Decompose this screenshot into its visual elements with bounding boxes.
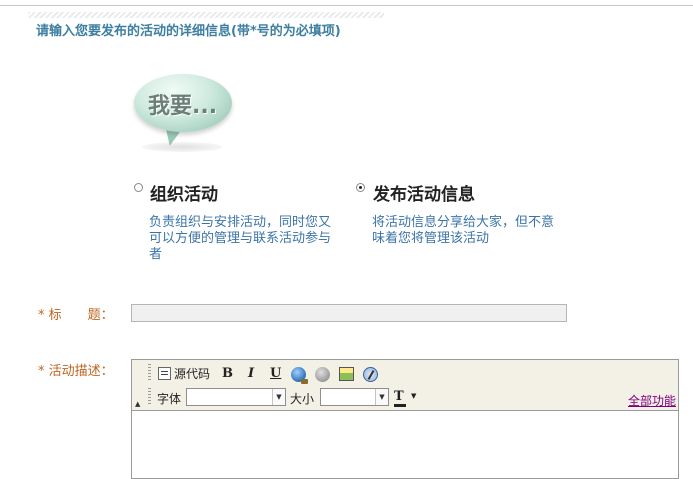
chevron-down-icon: ▼: [375, 389, 388, 405]
option-publish-activity-info[interactable]: 发布活动信息 将活动信息分享给大家，但不意 味着您将管理该活动: [353, 180, 583, 270]
header-decoration: [28, 12, 384, 18]
size-label: 大小: [290, 392, 315, 406]
editor-toolbar: ▲ 源代码 B I U 字体 ▼ 大小 ▼ T ▼ 全部功能: [132, 360, 678, 411]
option-publish-activity-info-label[interactable]: 发布活动信息: [373, 180, 475, 205]
flash-icon: [363, 366, 378, 382]
bubble-text: 我要...: [148, 94, 218, 119]
text-color-letter: T: [394, 389, 404, 404]
source-code-icon: [158, 366, 171, 380]
unlink-globe-icon: [315, 366, 330, 382]
font-label: 字体: [157, 392, 182, 406]
collapse-toolbar-icon[interactable]: ▲: [135, 400, 140, 408]
option-organize-activity-label[interactable]: 组织活动: [150, 180, 218, 205]
size-select[interactable]: ▼: [320, 388, 389, 406]
insert-flash-button[interactable]: [363, 365, 378, 383]
required-mark: *: [38, 308, 45, 323]
description-label: * 活动描述：: [38, 360, 114, 379]
radio-organize-activity[interactable]: [134, 183, 143, 192]
bubble-shadow: [142, 142, 222, 152]
remove-link-button[interactable]: [315, 365, 330, 383]
option-publish-activity-info-description: 将活动信息分享给大家，但不意 味着您将管理该活动: [372, 215, 577, 247]
italic-button[interactable]: I: [248, 364, 254, 382]
source-code-label: 源代码: [174, 366, 211, 381]
title-label-text: 标 题：: [48, 308, 114, 323]
insert-link-button[interactable]: [291, 365, 308, 384]
radio-publish-activity-info[interactable]: [356, 183, 365, 192]
link-globe-icon: [291, 366, 308, 384]
description-line: 负责组织与安排活动，同时您又: [149, 215, 332, 230]
underline-button[interactable]: U: [270, 364, 281, 382]
title-input[interactable]: [131, 304, 567, 322]
font-select[interactable]: ▼: [186, 388, 286, 406]
option-organize-activity[interactable]: 组织活动 负责组织与安排活动，同时您又 可以方便的管理与联系活动参与 者: [130, 180, 350, 270]
description-line: 将活动信息分享给大家，但不意: [372, 215, 555, 230]
text-color-swatch: [394, 404, 406, 407]
description-line: 者: [149, 247, 163, 262]
chevron-down-icon: ▼: [272, 389, 285, 405]
option-organize-activity-description: 负责组织与安排活动，同时您又 可以方便的管理与联系活动参与 者: [149, 215, 354, 263]
image-icon: [339, 367, 354, 381]
toolbar-grip[interactable]: [148, 388, 151, 404]
speech-bubble-graphic: 我要...: [132, 72, 236, 156]
toolbar-grip[interactable]: [148, 364, 151, 380]
editor-content-area[interactable]: [132, 411, 678, 478]
top-divider: [0, 5, 693, 6]
page-title: 请输入您要发布的活动的详细信息(带*号的为必填项): [36, 24, 341, 39]
bold-button[interactable]: B: [222, 364, 233, 382]
description-label-text: 活动描述：: [48, 364, 114, 379]
title-label: * 标 题：: [38, 304, 114, 323]
required-mark: *: [38, 364, 45, 379]
rich-text-editor: ▲ 源代码 B I U 字体 ▼ 大小 ▼ T ▼ 全部功能: [131, 359, 679, 479]
chevron-down-icon: ▼: [411, 391, 417, 400]
text-color-button[interactable]: T ▼: [394, 389, 416, 407]
description-line: 味着您将管理该活动: [372, 231, 490, 246]
source-code-button[interactable]: 源代码: [158, 364, 210, 382]
insert-image-button[interactable]: [339, 365, 354, 383]
all-functions-link[interactable]: 全部功能: [628, 392, 676, 409]
description-line: 可以方便的管理与联系活动参与: [149, 231, 332, 246]
